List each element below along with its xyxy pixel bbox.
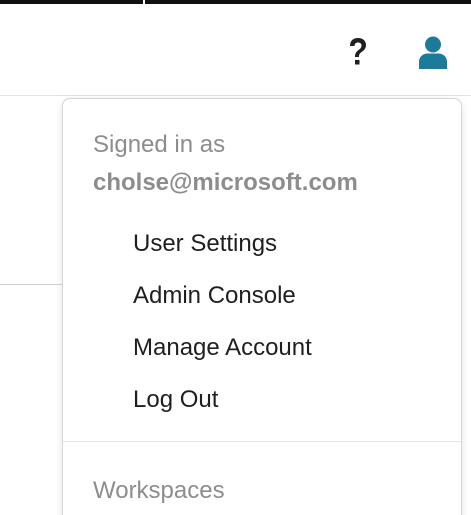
user-icon[interactable] — [417, 35, 449, 69]
signed-in-label: Signed in as — [93, 131, 226, 158]
menu-item-user-settings[interactable]: User Settings — [133, 230, 277, 258]
top-bar-separator — [143, 0, 145, 4]
background-panel-divider — [0, 284, 66, 285]
menu-divider — [63, 441, 461, 442]
top-bar — [0, 0, 471, 4]
menu-item-log-out[interactable]: Log Out — [133, 386, 218, 414]
question-mark-icon[interactable] — [346, 36, 370, 68]
menu-item-manage-account[interactable]: Manage Account — [133, 334, 312, 362]
workspaces-section-label: Workspaces — [93, 477, 225, 504]
signed-in-email: cholse@microsoft.com — [93, 169, 358, 196]
menu-item-admin-console[interactable]: Admin Console — [133, 282, 296, 310]
header-divider — [0, 95, 471, 96]
user-menu-dropdown: Signed in as cholse@microsoft.com User S… — [62, 98, 462, 515]
page: Signed in as cholse@microsoft.com User S… — [0, 0, 471, 515]
